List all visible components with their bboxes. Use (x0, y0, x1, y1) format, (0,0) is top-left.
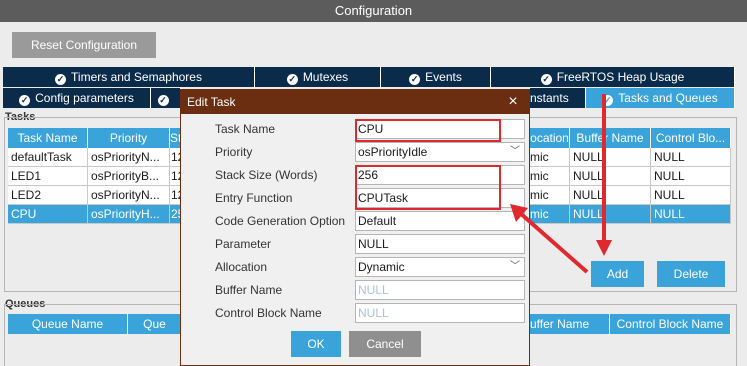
arrow-to-dialog (518, 211, 589, 274)
annotation-arrows (510, 94, 612, 274)
arrow-head-down (596, 240, 612, 256)
